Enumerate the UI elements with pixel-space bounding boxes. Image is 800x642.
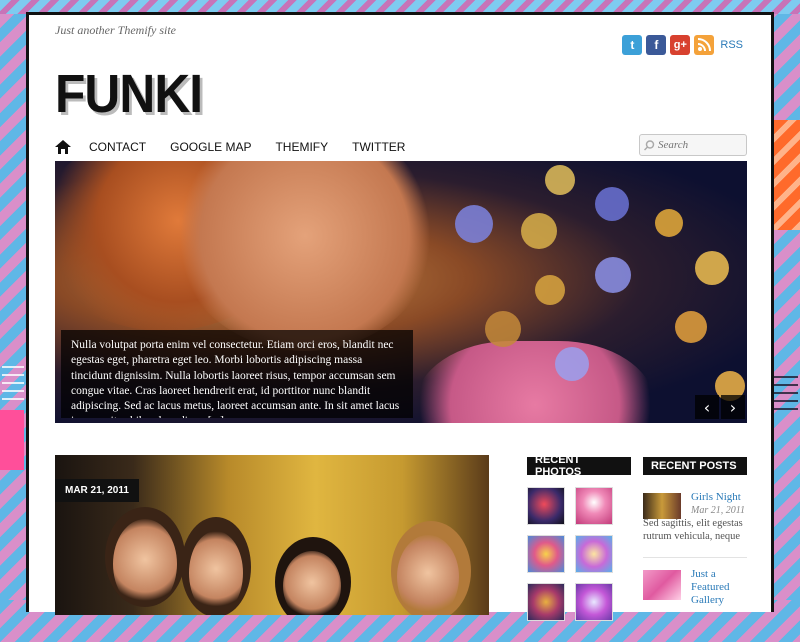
bokeh-light bbox=[535, 275, 565, 305]
recent-post-title[interactable]: Girls Night bbox=[691, 491, 741, 504]
post-date-badge: MAR 21, 2011 bbox=[55, 479, 139, 502]
slider-prev-button[interactable]: ‹ bbox=[695, 395, 719, 419]
search-icon bbox=[644, 139, 655, 151]
social-links: t f g+ RSS bbox=[622, 35, 743, 55]
person-face bbox=[283, 551, 341, 615]
recent-post-date: Mar 21, 2011 bbox=[691, 505, 745, 516]
recent-photo-thumb[interactable] bbox=[575, 535, 613, 573]
nav-item-themify[interactable]: THEMIFY bbox=[275, 140, 328, 154]
recent-photos-title: RECENT PHOTOS bbox=[527, 454, 631, 478]
background-decor-orange bbox=[774, 120, 800, 230]
recent-photo-thumb[interactable] bbox=[527, 487, 565, 525]
nav-item-google-map[interactable]: GOOGLE MAP bbox=[170, 140, 251, 154]
recent-post-thumb[interactable] bbox=[643, 570, 681, 600]
recent-photo-thumb[interactable] bbox=[575, 583, 613, 621]
site-logo[interactable]: FUNKI bbox=[55, 63, 203, 125]
list-item[interactable]: Girls Night Mar 21, 2011 Sed sagittis, e… bbox=[643, 489, 747, 558]
background-decor-pink bbox=[0, 410, 24, 470]
recent-photo-thumb[interactable] bbox=[527, 535, 565, 573]
nav-item-twitter[interactable]: TWITTER bbox=[352, 140, 405, 154]
recent-posts-list: Girls Night Mar 21, 2011 Sed sagittis, e… bbox=[643, 489, 747, 642]
bokeh-light bbox=[455, 205, 493, 243]
post-featured-image[interactable]: MAR 21, 2011 bbox=[55, 455, 489, 615]
recent-post-excerpt: Sed sagittis, elit egestas rutrum vehicu… bbox=[643, 518, 743, 542]
recent-post-title[interactable]: Just a Featured Gallery bbox=[691, 568, 747, 607]
featured-slider[interactable]: Nulla volutpat porta enim vel consectetu… bbox=[55, 161, 747, 423]
main-nav: CONTACT GOOGLE MAP THEMIFY TWITTER bbox=[55, 133, 747, 161]
recent-photo-thumb[interactable] bbox=[527, 583, 565, 621]
bokeh-light bbox=[521, 213, 557, 249]
site-tagline: Just another Themify site bbox=[55, 23, 176, 37]
rss-link[interactable]: RSS bbox=[720, 39, 743, 51]
search-box bbox=[639, 134, 747, 156]
recent-post-thumb[interactable] bbox=[643, 493, 681, 519]
slide-caption: Nulla volutpat porta enim vel consectetu… bbox=[61, 330, 413, 418]
twitter-icon[interactable]: t bbox=[622, 35, 643, 55]
slide-image-sweater bbox=[415, 341, 655, 423]
google-plus-icon[interactable]: g+ bbox=[670, 35, 691, 55]
bokeh-light bbox=[595, 187, 629, 221]
bokeh-light bbox=[595, 257, 631, 293]
rss-icon[interactable] bbox=[694, 35, 715, 55]
recent-photo-thumb[interactable] bbox=[575, 487, 613, 525]
person-face bbox=[113, 519, 177, 609]
background-decor-wave bbox=[2, 360, 24, 400]
list-item[interactable]: Just a Featured Gallery bbox=[643, 566, 747, 634]
slider-next-button[interactable]: › bbox=[721, 395, 745, 419]
facebook-icon[interactable]: f bbox=[646, 35, 667, 55]
nav-item-contact[interactable]: CONTACT bbox=[89, 140, 146, 154]
page-container: Just another Themify site t f g+ RSS FUN… bbox=[26, 12, 774, 621]
bokeh-light bbox=[545, 165, 575, 195]
bokeh-light bbox=[555, 347, 589, 381]
person-face bbox=[189, 531, 243, 615]
bokeh-light bbox=[675, 311, 707, 343]
recent-posts-title: RECENT POSTS bbox=[643, 457, 747, 475]
search-input[interactable] bbox=[655, 138, 740, 152]
bokeh-light bbox=[655, 209, 683, 237]
home-icon[interactable] bbox=[55, 140, 71, 154]
person-face bbox=[397, 535, 459, 615]
background-decor-wave-right bbox=[774, 370, 798, 410]
bokeh-light bbox=[485, 311, 521, 347]
bokeh-light bbox=[695, 251, 729, 285]
